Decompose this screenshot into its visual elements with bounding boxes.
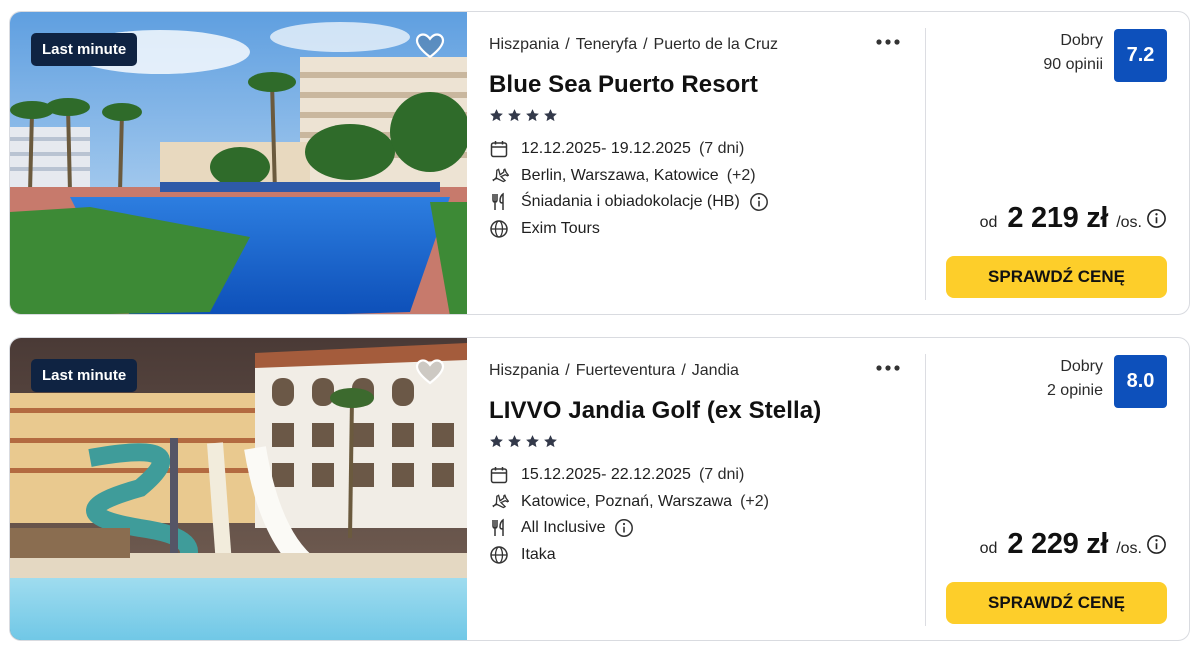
more-departures[interactable]: (+2) bbox=[740, 493, 769, 511]
breadcrumb-separator: / bbox=[681, 362, 686, 379]
info-icon[interactable] bbox=[614, 518, 634, 538]
breadcrumb-separator: / bbox=[643, 36, 648, 53]
hotel-title[interactable]: Blue Sea Puerto Resort bbox=[489, 70, 925, 100]
rating-score: 8.0 bbox=[1114, 355, 1167, 408]
travel-dates: 15.12.2025- 22.12.2025 bbox=[521, 466, 691, 484]
operator-row: Itaka bbox=[489, 542, 925, 569]
board-row: Śniadania i obiadokolacje (HB) bbox=[489, 189, 925, 216]
region-link[interactable]: Teneryfa bbox=[576, 36, 637, 53]
calendar-icon bbox=[490, 141, 508, 158]
rating-score: 7.2 bbox=[1114, 29, 1167, 82]
price: od 2 219 zł /os. bbox=[980, 202, 1167, 235]
offer-details: Hiszpania / Fuerteventura / Jandia LIVVO Jan… bbox=[467, 338, 925, 640]
globe-icon bbox=[490, 546, 508, 564]
operator-row: Exim Tours bbox=[489, 216, 925, 243]
plane-icon bbox=[492, 493, 509, 509]
travel-dates: 12.12.2025- 19.12.2025 bbox=[521, 140, 691, 158]
cutlery-icon bbox=[492, 192, 504, 211]
tour-operator: Exim Tours bbox=[521, 219, 600, 237]
globe-icon bbox=[490, 220, 508, 238]
more-departures[interactable]: (+2) bbox=[727, 167, 756, 185]
location-breadcrumb: Hiszpania / Fuerteventura / Jandia bbox=[489, 360, 925, 382]
calendar-icon bbox=[490, 467, 508, 484]
more-options-icon[interactable] bbox=[875, 36, 901, 48]
star-icon bbox=[526, 109, 539, 122]
check-price-button[interactable]: SPRAWDŹ CENĘ bbox=[946, 582, 1167, 624]
price: od 2 229 zł /os. bbox=[980, 528, 1167, 561]
location-breadcrumb: Hiszpania / Teneryfa / Puerto de la Cruz bbox=[489, 34, 925, 56]
trip-duration: (7 dni) bbox=[698, 140, 745, 158]
trip-duration: (7 dni) bbox=[698, 466, 745, 484]
city-link[interactable]: Puerto de la Cruz bbox=[654, 36, 779, 53]
last-minute-badge: Last minute bbox=[31, 33, 138, 66]
review-count[interactable]: 90 opinii bbox=[1043, 56, 1103, 74]
price-info-icon[interactable] bbox=[1146, 534, 1167, 555]
star-icon bbox=[490, 435, 503, 448]
info-icon[interactable] bbox=[749, 192, 769, 212]
departure-cities: Berlin, Warszawa, Katowice bbox=[521, 166, 719, 184]
price-amount: 2 229 zł bbox=[1007, 528, 1109, 560]
breadcrumb-separator: / bbox=[565, 36, 570, 53]
review-count[interactable]: 2 opinie bbox=[1047, 382, 1103, 400]
country-link[interactable]: Hiszpania bbox=[489, 36, 559, 53]
more-options-icon[interactable] bbox=[875, 362, 901, 374]
country-link[interactable]: Hiszpania bbox=[489, 362, 559, 379]
price-panel: Dobry 90 opinii 7.2 od 2 219 zł /os. SPR… bbox=[925, 12, 1189, 314]
tour-operator: Itaka bbox=[521, 545, 556, 563]
offer-details: Hiszpania / Teneryfa / Puerto de la Cruz Blu… bbox=[467, 12, 925, 314]
offer-card[interactable]: Last minute Hiszpania / Teneryfa / Puerto de… bbox=[9, 11, 1190, 315]
region-link[interactable]: Fuerteventura bbox=[576, 362, 676, 379]
city-link[interactable]: Jandia bbox=[692, 362, 739, 379]
rating-label: Dobry bbox=[1060, 358, 1103, 375]
heart-icon[interactable] bbox=[414, 30, 446, 62]
board-row: All Inclusive bbox=[489, 515, 925, 542]
check-price-button[interactable]: SPRAWDŹ CENĘ bbox=[946, 256, 1167, 298]
price-suffix: /os. bbox=[1116, 540, 1142, 557]
hotel-title[interactable]: LIVVO Jandia Golf (ex Stella) bbox=[489, 396, 925, 426]
heart-icon[interactable] bbox=[414, 356, 446, 388]
star-icon bbox=[508, 109, 521, 122]
dates-row: 12.12.2025- 19.12.2025 (7 dni) bbox=[489, 136, 925, 163]
price-panel: Dobry 2 opinie 8.0 od 2 229 zł /os. SPRA… bbox=[925, 338, 1189, 640]
departure-row: Katowice, Poznań, Warszawa (+2) bbox=[489, 489, 925, 516]
departure-row: Berlin, Warszawa, Katowice (+2) bbox=[489, 163, 925, 190]
star-icon bbox=[526, 435, 539, 448]
hotel-photo[interactable]: Last minute bbox=[10, 338, 467, 640]
price-info-icon[interactable] bbox=[1146, 208, 1167, 229]
star-icon bbox=[490, 109, 503, 122]
board-type: Śniadania i obiadokolacje (HB) bbox=[521, 193, 740, 211]
last-minute-badge: Last minute bbox=[31, 359, 138, 392]
price-prefix: od bbox=[979, 214, 998, 231]
offer-card[interactable]: Last minute Hiszpania / Fuerteventura / Jand… bbox=[9, 337, 1190, 641]
dates-row: 15.12.2025- 22.12.2025 (7 dni) bbox=[489, 462, 925, 489]
cutlery-icon bbox=[492, 518, 504, 537]
board-type: All Inclusive bbox=[521, 519, 606, 537]
star-icon bbox=[544, 109, 557, 122]
price-amount: 2 219 zł bbox=[1007, 202, 1109, 234]
rating-label: Dobry bbox=[1060, 32, 1103, 49]
plane-icon bbox=[492, 167, 509, 183]
price-suffix: /os. bbox=[1116, 214, 1142, 231]
star-icon bbox=[544, 435, 557, 448]
star-rating bbox=[489, 108, 925, 124]
breadcrumb-separator: / bbox=[565, 362, 570, 379]
hotel-photo[interactable]: Last minute bbox=[10, 12, 467, 314]
star-icon bbox=[508, 435, 521, 448]
departure-cities: Katowice, Poznań, Warszawa bbox=[521, 492, 733, 510]
star-rating bbox=[489, 434, 925, 450]
price-prefix: od bbox=[979, 540, 998, 557]
